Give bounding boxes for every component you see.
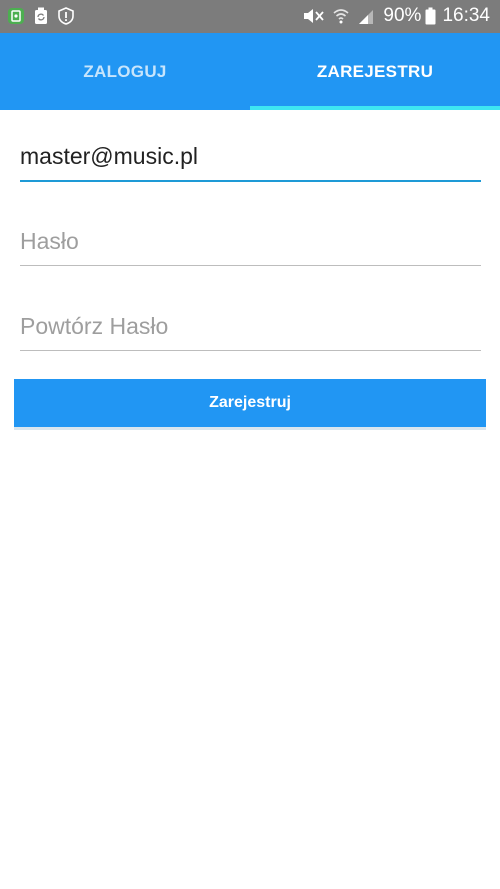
- email-field[interactable]: [20, 141, 481, 171]
- tab-login[interactable]: ZALOGUJ: [0, 33, 250, 110]
- clock: 16:34: [442, 5, 490, 26]
- repeat-password-field-underline: [20, 350, 481, 351]
- mute-icon: [301, 7, 325, 25]
- wifi-icon: [333, 7, 349, 25]
- recycle-icon: [32, 7, 50, 25]
- register-screen: 90% 16:34 ZALOGUJ ZAREJESTRU master@musi…: [0, 0, 500, 889]
- app-notification-icon: [7, 7, 25, 25]
- password-field-container: [20, 226, 481, 266]
- auth-tab-bar: ZALOGUJ ZAREJESTRU: [0, 33, 500, 110]
- register-button[interactable]: Zarejestruj: [14, 379, 486, 430]
- alert-shield-icon: [57, 7, 75, 25]
- active-tab-indicator: [250, 106, 500, 110]
- battery-icon: [425, 7, 436, 25]
- tab-register-label: ZAREJESTRU: [316, 61, 434, 81]
- status-notifications: [7, 6, 82, 26]
- tab-login-label: ZALOGUJ: [83, 61, 167, 81]
- repeat-password-field-container: [20, 311, 481, 351]
- signal-icon: [357, 7, 375, 25]
- status-bar: 90% 16:34: [0, 0, 500, 33]
- battery-percent: 90%: [383, 5, 422, 26]
- password-field-underline: [20, 265, 481, 266]
- register-button-label: Zarejestruj: [209, 394, 291, 411]
- email-field-underline: [20, 180, 481, 182]
- status-system: 90% 16:34: [301, 4, 490, 28]
- email-field-container: [20, 141, 481, 182]
- repeat-password-field[interactable]: [20, 311, 481, 341]
- tab-register[interactable]: ZAREJESTRU: [250, 33, 500, 110]
- password-field[interactable]: [20, 226, 481, 256]
